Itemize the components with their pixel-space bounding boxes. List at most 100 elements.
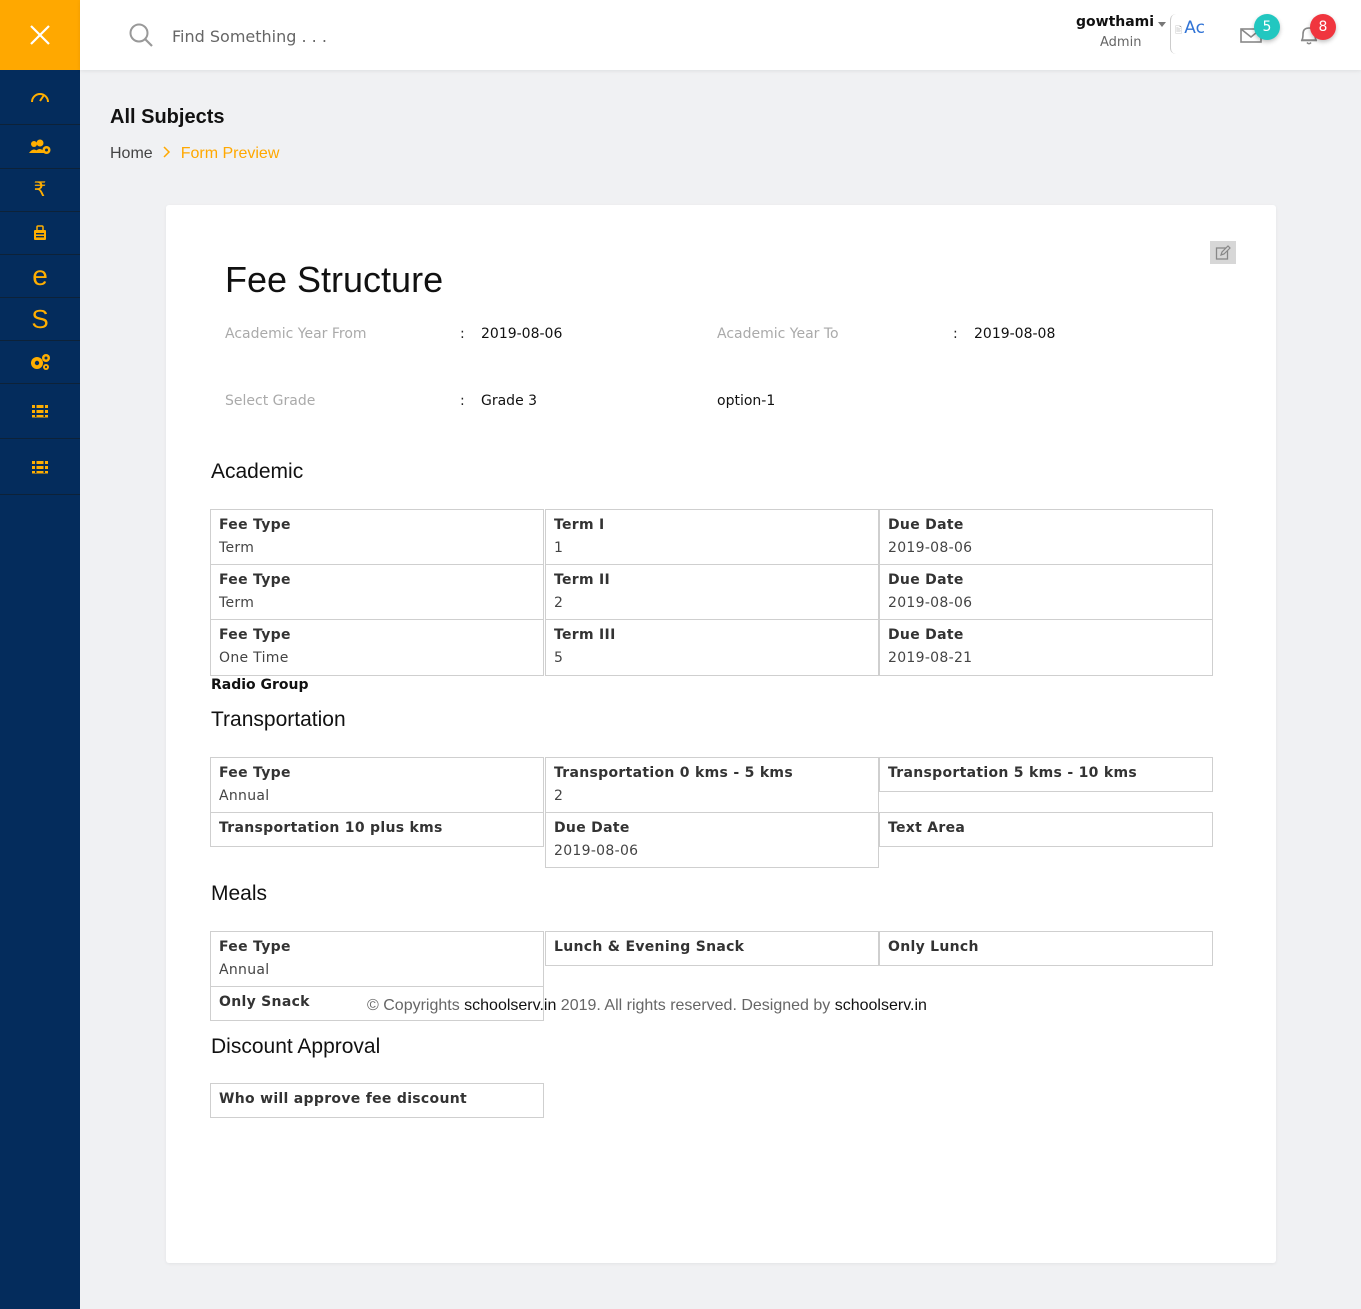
cell-value: 2 (554, 788, 564, 804)
cell-label: Only Lunch (888, 939, 979, 955)
search-icon[interactable] (128, 22, 154, 48)
cell-label: Term III (554, 627, 616, 643)
sidebar-item-s[interactable]: S (0, 298, 80, 341)
section-title-academic: Academic (211, 460, 304, 483)
letter-s-icon: S (31, 304, 49, 334)
page-title: All Subjects (110, 106, 225, 128)
avatar-alt-text: Ac (1184, 18, 1205, 38)
academic-year-to-label: Academic Year To (717, 326, 839, 342)
edit-button[interactable] (1210, 241, 1236, 264)
cell-label: Due Date (888, 517, 964, 533)
cell-label: Due Date (888, 627, 964, 643)
cell-value: 2019-08-06 (888, 595, 973, 611)
sidebar-item-jobs[interactable] (0, 212, 80, 255)
fee-cell: Only Lunch (879, 931, 1213, 966)
colon: : (460, 393, 465, 409)
cell-value: 1 (554, 540, 564, 556)
chevron-down-icon[interactable] (1158, 22, 1166, 27)
cell-value: 2019-08-21 (888, 650, 973, 666)
academic-year-from-value: 2019-08-06 (481, 326, 563, 342)
close-icon (30, 25, 50, 45)
cell-label: Fee Type (219, 939, 291, 955)
cell-label: Due Date (554, 820, 630, 836)
cell-label: Fee Type (219, 765, 291, 781)
top-header: gowthami Admin 🖹Ac 5 8 (80, 0, 1361, 70)
fee-cell: Fee Type Annual (210, 757, 544, 813)
mail-count-badge: 5 (1254, 14, 1280, 40)
dashboard-icon (31, 93, 49, 103)
breadcrumb: Home Form Preview (110, 145, 279, 163)
cell-label: Text Area (888, 820, 966, 836)
fee-cell: Who will approve fee discount (210, 1083, 544, 1118)
cell-value: Annual (219, 788, 270, 804)
sidebar-item-users[interactable] (0, 125, 80, 169)
radio-group-label: Radio Group (211, 677, 309, 693)
fee-cell: Transportation 5 kms - 10 kms (879, 757, 1213, 792)
user-name[interactable]: gowthami (1076, 14, 1154, 30)
fee-cell: Fee Type Term (210, 564, 544, 620)
footer-copyright: © Copyrights schoolserv.in 2019. All rig… (367, 997, 927, 1015)
academic-year-to-value: 2019-08-08 (974, 326, 1056, 342)
avatar[interactable]: 🖹 Ac (1170, 14, 1214, 54)
cell-value: Term (219, 540, 255, 556)
fee-cell: Fee Type Annual (210, 931, 544, 987)
sidebar-item-dashboard[interactable] (0, 70, 80, 125)
fee-cell: Term II 2 (545, 564, 879, 620)
rupee-icon: ₹ (33, 179, 47, 201)
cell-label: Who will approve fee discount (219, 1091, 467, 1107)
cell-value: One Time (219, 650, 289, 666)
cell-value: 2019-08-06 (888, 540, 973, 556)
colon: : (953, 326, 958, 342)
users-cog-icon (29, 139, 51, 154)
breadcrumb-current: Form Preview (180, 145, 280, 162)
cogs-icon (31, 354, 50, 370)
sidebar-item-layers-1[interactable] (0, 384, 80, 439)
footer-link[interactable]: schoolserv.in (835, 997, 927, 1014)
sidebar-item-layers-2[interactable] (0, 439, 80, 495)
fee-cell: Transportation 0 kms - 5 kms 2 (545, 757, 879, 813)
option-value: option-1 (717, 393, 776, 409)
cell-label: Lunch & Evening Snack (554, 939, 745, 955)
cell-value: Annual (219, 962, 270, 978)
sidebar: ₹ e S (0, 0, 80, 1309)
sidebar-item-e[interactable]: e (0, 255, 80, 298)
cell-label: Term II (554, 572, 611, 588)
cell-label: Term I (554, 517, 605, 533)
cell-label: Transportation 0 kms - 5 kms (554, 765, 793, 781)
fee-cell: Term III 5 (545, 619, 879, 676)
grade-value: Grade 3 (481, 393, 538, 409)
sidebar-item-settings[interactable] (0, 341, 80, 384)
footer-middle: 2019. All rights reserved. Designed by (556, 997, 835, 1014)
cell-value: 2019-08-06 (554, 843, 639, 859)
cell-label: Due Date (888, 572, 964, 588)
letter-e-icon: e (32, 260, 48, 291)
footer-link[interactable]: schoolserv.in (464, 997, 556, 1014)
footer-prefix: © Copyrights (367, 997, 465, 1014)
cell-label: Fee Type (219, 572, 291, 588)
breadcrumb-home[interactable]: Home (110, 145, 153, 163)
search-input[interactable] (172, 22, 492, 50)
edit-icon (1215, 244, 1231, 260)
briefcase-icon (34, 225, 46, 240)
form-preview-card: Fee Structure Academic Year From : 2019-… (166, 205, 1276, 1263)
fee-cell: Text Area (879, 812, 1213, 847)
academic-year-from-label: Academic Year From (225, 326, 367, 342)
section-title-meals: Meals (211, 882, 268, 905)
fee-cell: Due Date 2019-08-06 (879, 564, 1213, 620)
fee-cell: Term I 1 (545, 509, 879, 565)
form-title: Fee Structure (225, 259, 444, 300)
fee-cell: Due Date 2019-08-06 (879, 509, 1213, 565)
cell-label: Transportation 10 plus kms (219, 820, 443, 836)
fee-cell: Fee Type One Time (210, 619, 544, 676)
layers-icon (32, 405, 48, 418)
grade-label: Select Grade (225, 393, 316, 409)
user-role: Admin (1100, 35, 1142, 50)
sidebar-toggle-button[interactable] (0, 0, 80, 70)
section-title-transportation: Transportation (211, 708, 346, 731)
cell-value: 5 (554, 650, 564, 666)
layers-icon (32, 460, 48, 473)
broken-image-icon: 🖹 (1175, 26, 1183, 36)
cell-label: Transportation 5 kms - 10 kms (888, 765, 1137, 781)
sidebar-item-fees[interactable]: ₹ (0, 169, 80, 212)
colon: : (460, 326, 465, 342)
